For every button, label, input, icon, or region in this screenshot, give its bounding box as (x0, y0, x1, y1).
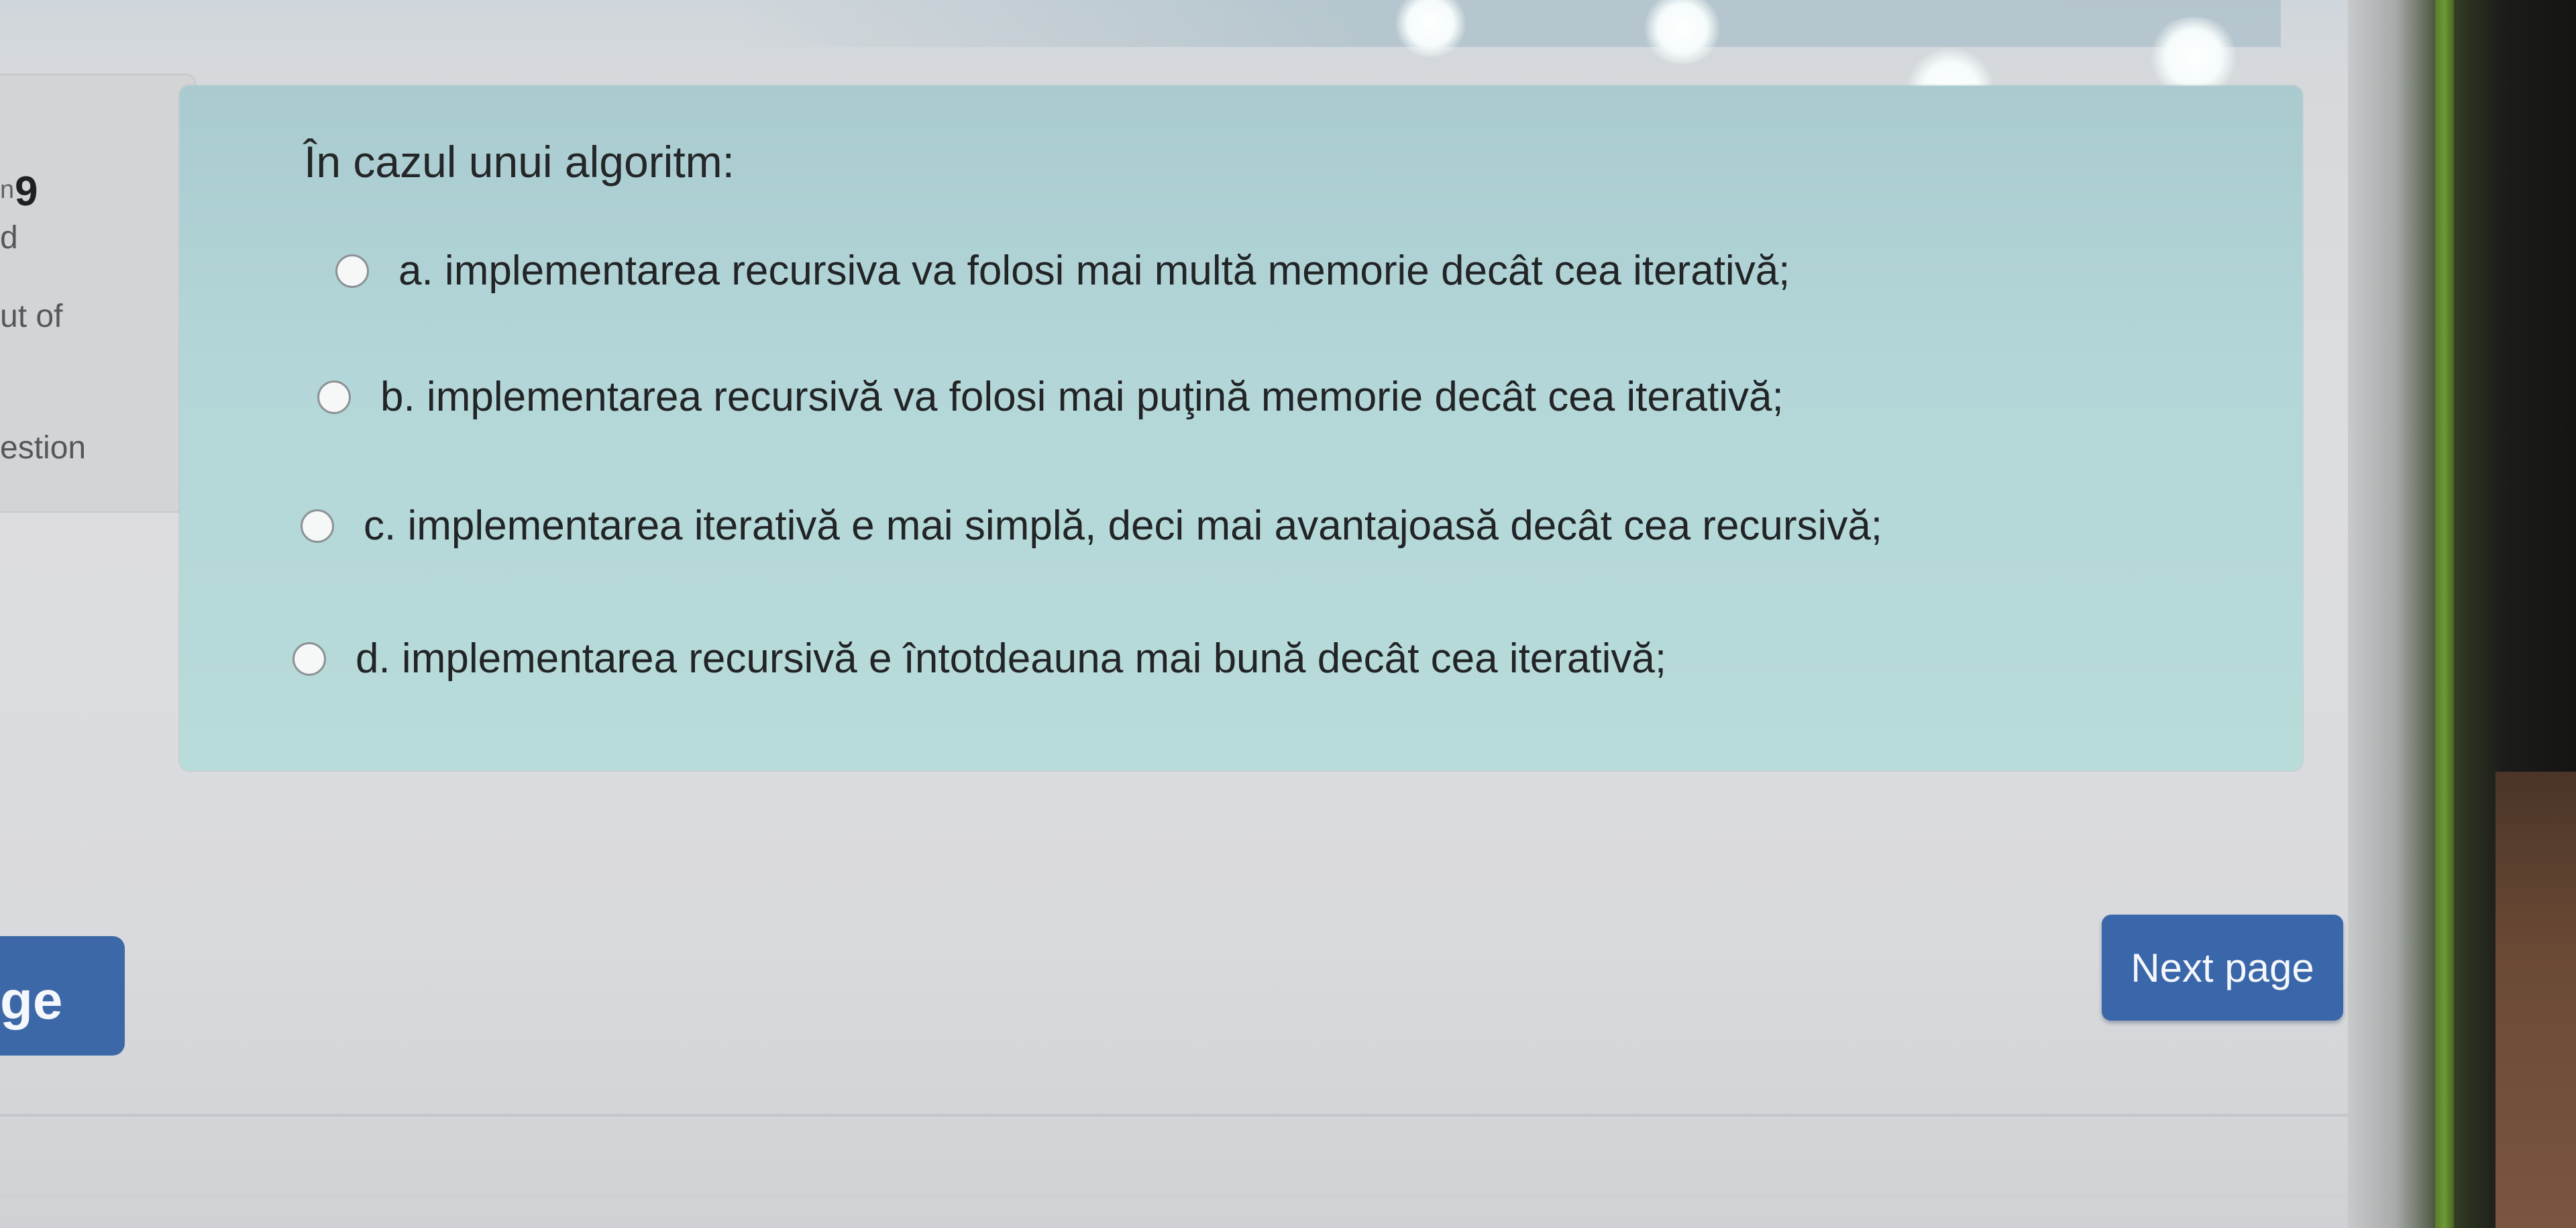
previous-page-button[interactable]: ge (0, 936, 125, 1056)
divider (0, 1194, 2516, 1196)
question-status: d (0, 220, 18, 256)
answer-label[interactable]: a. implementarea recursiva va folosi mai… (398, 247, 1790, 295)
previous-page-label: ge (0, 970, 63, 1030)
question-label-fragment: n (0, 176, 15, 204)
answer-option-b[interactable]: b. implementarea recursivă va folosi mai… (317, 373, 1784, 421)
answer-label[interactable]: b. implementarea recursivă va folosi mai… (380, 373, 1784, 421)
light-glare (2147, 17, 2241, 97)
radio-button[interactable] (335, 254, 369, 288)
monitor-edge (2435, 0, 2454, 1228)
radio-button[interactable] (317, 380, 351, 414)
desk-background (2496, 772, 2576, 1228)
question-text: În cazul unui algoritm: (304, 137, 735, 187)
question-marks: ut of (0, 299, 63, 334)
quiz-page: n 9 d ut of estion În cazul unui algorit… (0, 0, 2576, 1228)
next-page-label: Next page (2131, 945, 2314, 990)
radio-button[interactable] (292, 642, 326, 676)
light-glare (1392, 0, 1469, 57)
divider (0, 1114, 2469, 1117)
answer-label[interactable]: d. implementarea recursivă e întotdeauna… (356, 635, 1666, 682)
top-screen-strip (738, 0, 2281, 47)
question-content: În cazul unui algoritm: a. implementarea… (180, 86, 2302, 770)
answer-option-d[interactable]: d. implementarea recursivă e întotdeauna… (292, 635, 1666, 682)
next-page-button[interactable]: Next page (2102, 915, 2343, 1021)
radio-button[interactable] (301, 509, 334, 543)
answer-option-a[interactable]: a. implementarea recursiva va folosi mai… (335, 247, 1790, 295)
question-number: 9 (15, 168, 38, 215)
answer-label[interactable]: c. implementarea iterativă e mai simplă,… (364, 502, 1882, 550)
light-glare (1640, 0, 1724, 64)
answer-option-c[interactable]: c. implementarea iterativă e mai simplă,… (301, 502, 1882, 550)
question-info-panel: n 9 d ut of estion (0, 74, 196, 513)
flag-question-link[interactable]: estion (0, 429, 86, 466)
